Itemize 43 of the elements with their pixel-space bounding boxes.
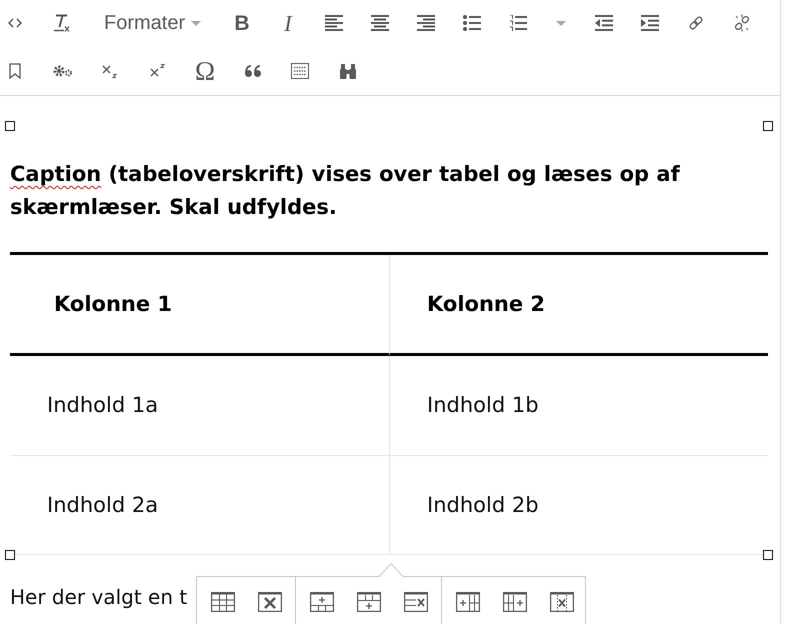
column-insert-right-icon[interactable] bbox=[502, 592, 526, 612]
unlink-icon[interactable] bbox=[733, 14, 751, 32]
table-caption: Caption (tabeloverskrift) vises over tabel og læses op af skærmlæser. Skal udfyldes. bbox=[10, 161, 681, 221]
table-cell: Indhold 1a bbox=[10, 356, 389, 456]
resize-handle[interactable] bbox=[763, 550, 773, 560]
column-header: Kolonne 1 bbox=[10, 255, 389, 356]
bullet-list-icon[interactable] bbox=[463, 15, 481, 31]
caret-icon bbox=[191, 20, 202, 26]
superscript-icon[interactable] bbox=[150, 64, 166, 78]
align-center-icon[interactable] bbox=[371, 15, 389, 31]
resize-handle[interactable] bbox=[5, 550, 15, 560]
special-character-button[interactable]: Ω bbox=[190, 54, 220, 88]
table-cell: Indhold 2a bbox=[10, 456, 389, 555]
numbered-list-icon[interactable] bbox=[509, 15, 527, 31]
row-insert-above-icon[interactable] bbox=[310, 592, 334, 612]
resize-handle[interactable] bbox=[763, 121, 773, 131]
table-grid-icon[interactable] bbox=[210, 592, 234, 612]
clear-formatting-icon[interactable] bbox=[52, 14, 70, 32]
table-cell: Indhold 1b bbox=[389, 356, 768, 456]
paragraph-text: Her der valgt en t bbox=[10, 584, 188, 611]
table-cell: Indhold 2b bbox=[389, 456, 768, 555]
format-dropdown[interactable]: Formater bbox=[92, 6, 211, 40]
link-icon[interactable] bbox=[688, 15, 704, 31]
gears-icon[interactable] bbox=[52, 64, 72, 78]
italic-button[interactable]: I bbox=[273, 6, 303, 40]
align-left-icon[interactable] bbox=[325, 15, 343, 31]
bold-button[interactable]: B bbox=[227, 6, 257, 40]
subscript-icon[interactable] bbox=[102, 64, 118, 78]
row-delete-icon[interactable] bbox=[404, 592, 428, 612]
resize-handle[interactable] bbox=[5, 121, 15, 131]
column-delete-icon[interactable] bbox=[550, 592, 574, 612]
column-insert-left-icon[interactable] bbox=[456, 592, 480, 612]
row-insert-below-icon[interactable] bbox=[356, 592, 380, 612]
align-right-icon[interactable] bbox=[417, 15, 435, 31]
indent-icon[interactable] bbox=[641, 15, 659, 31]
code-icon[interactable] bbox=[8, 18, 22, 28]
table-delete-icon[interactable] bbox=[258, 592, 282, 612]
column-header: Kolonne 2 bbox=[389, 255, 768, 356]
bookmark-icon[interactable] bbox=[9, 63, 21, 79]
outdent-icon[interactable] bbox=[595, 15, 613, 31]
quote-icon[interactable] bbox=[244, 65, 260, 77]
binoculars-icon[interactable] bbox=[340, 63, 356, 79]
frame-icon[interactable] bbox=[291, 63, 309, 79]
